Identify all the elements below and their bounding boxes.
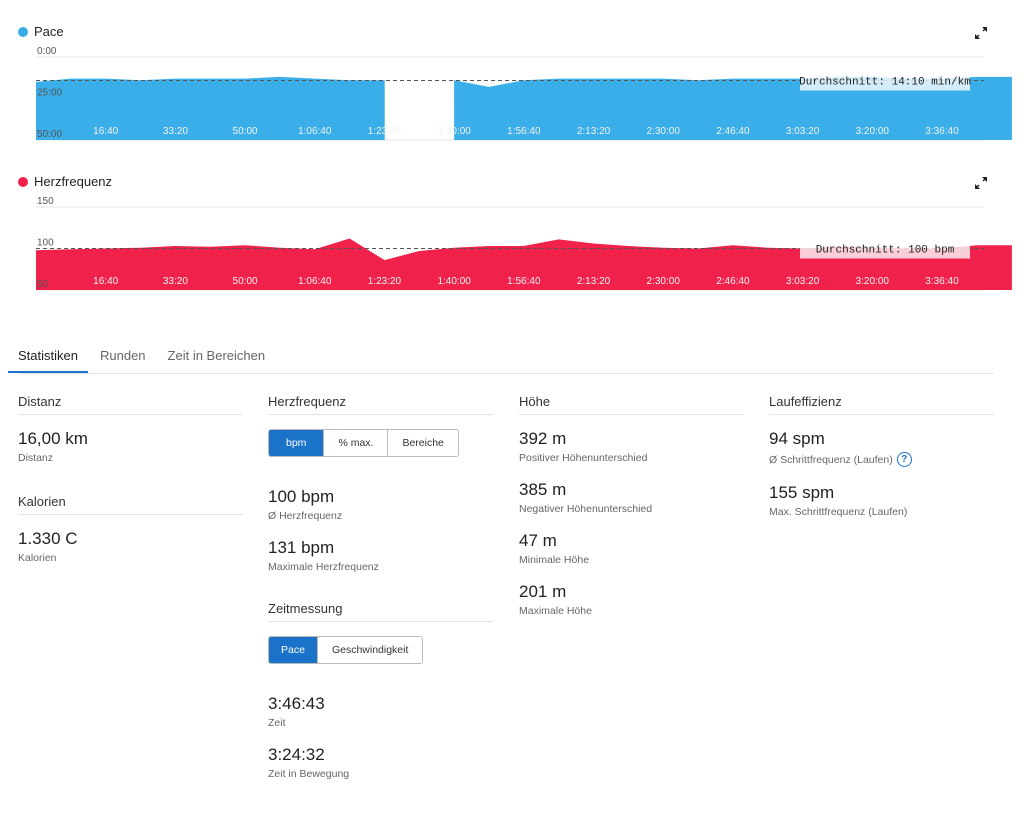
x-tick-label: 33:20 [163,276,188,287]
min-elevation-value: 47 m [519,531,557,550]
distanz-label: Distanz [18,452,54,464]
cadence-max-label: Max. Schrittfrequenz (Laufen) [769,506,908,518]
heart-rate-chart: Herzfrequenz 150 100 50 16:40 33:20 50:00 1:06… [0,150,1024,300]
herzfrequenz-header: Herzfrequenz [268,394,493,415]
x-tick-label: 16:40 [93,126,118,137]
hr-unit-toggle: bpm % max. Bereiche [268,429,459,457]
ascent-value: 392 m [519,429,567,448]
max-elevation-value: 201 m [519,582,567,601]
min-elevation-label: Minimale Höhe [519,554,590,566]
column-hoehe: Höhe 392 m Positiver Höhenunterschied 38… [519,394,744,633]
hoehe-header: Höhe [519,394,744,415]
hr-avg-value: 100 bpm [268,487,335,506]
x-tick-label: 3:20:00 [856,276,890,287]
help-icon[interactable]: ? [896,452,912,467]
y-tick-label: 50 [37,279,49,290]
column-herzfrequenz-zeitmessung: Herzfrequenz bpm % max. Bereiche 100 bpm… [268,394,493,796]
x-tick-label: 1:23:20 [368,126,402,137]
cadence-avg-label-row: Ø Schrittfrequenz (Laufen) ? [769,452,994,467]
hr-toggle-percent-max[interactable]: % max. [323,430,388,456]
y-tick-label: 150 [37,196,54,207]
x-tick-label: 3:36:40 [925,126,959,137]
kalorien-value: 1.330 C [18,529,78,548]
zeit-in-bewegung-label: Zeit in Bewegung [268,768,350,780]
stats-tabs: Statistiken Runden Zeit in Bereichen [8,345,994,374]
x-tick-label: 50:00 [233,126,258,137]
x-tick-label: 1:06:40 [298,126,332,137]
hr-avg-label: Ø Herzfrequenz [268,510,343,522]
x-tick-label: 1:40:00 [437,276,471,287]
x-tick-label: 1:56:40 [507,276,541,287]
max-elevation-label: Maximale Höhe [519,605,592,617]
descent-label: Negativer Höhenunterschied [519,503,653,515]
x-tick-label: 2:46:40 [716,276,750,287]
x-tick-label: 50:00 [233,276,258,287]
x-tick-label: 1:40:00 [437,126,471,137]
x-tick-label: 2:30:00 [647,276,681,287]
average-label: Durchschnitt: 100 bpm [816,245,955,257]
y-tick-label: 50:00 [37,129,62,140]
zeit-value: 3:46:43 [268,694,325,713]
pace-plot[interactable]: 0:00 25:00 50:00 16:40 33:20 50:00 1:06:40 1:23… [0,0,1024,150]
time-toggle-geschwindigkeit[interactable]: Geschwindigkeit [316,637,423,663]
kalorien-header: Kalorien [18,494,243,515]
tab-statistiken[interactable]: Statistiken [8,345,88,373]
y-tick-label: 100 [37,238,54,249]
x-tick-label: 2:13:20 [577,126,611,137]
y-tick-label: 0:00 [37,46,57,57]
cadence-avg-value: 94 spm [769,429,825,448]
distanz-header: Distanz [18,394,243,415]
laufeffizienz-header: Laufeffizienz [769,394,994,415]
x-tick-label: 2:46:40 [716,126,750,137]
y-tick-label: 25:00 [37,88,62,99]
column-distanz-kalorien: Distanz 16,00 km Distanz Kalorien 1.330 … [18,394,243,580]
hr-toggle-bpm[interactable]: bpm [269,430,324,456]
x-tick-label: 3:36:40 [925,276,959,287]
hr-max-value: 131 bpm [268,538,335,557]
hr-plot[interactable]: 150 100 50 16:40 33:20 50:00 1:06:40 1:23:20 1:4… [0,150,1024,300]
x-tick-label: 1:23:20 [368,276,402,287]
time-unit-toggle: Pace Geschwindigkeit [268,636,424,664]
average-label: Durchschnitt: 14:10 min/km [799,77,971,89]
hr-max-label: Maximale Herzfrequenz [268,561,379,573]
x-tick-label: 3:20:00 [856,126,890,137]
time-toggle-pace[interactable]: Pace [269,637,317,663]
cadence-avg-label: Ø Schrittfrequenz (Laufen) [769,453,893,466]
x-tick-label: 2:30:00 [647,126,681,137]
tab-runden[interactable]: Runden [100,345,146,373]
ascent-label: Positiver Höhenunterschied [519,452,648,464]
kalorien-label: Kalorien [18,552,57,564]
pace-chart: Pace 0:00 25:00 50:00 16:40 33:20 50:00 1:06:4… [0,0,1024,150]
x-tick-label: 3:03:20 [786,276,820,287]
cadence-max-value: 155 spm [769,483,835,502]
hr-toggle-bereiche[interactable]: Bereiche [387,430,458,456]
zeit-in-bewegung-value: 3:24:32 [268,745,325,764]
descent-value: 385 m [519,480,567,499]
x-tick-label: 33:20 [163,126,188,137]
x-tick-label: 3:03:20 [786,126,820,137]
x-tick-label: 1:06:40 [298,276,332,287]
distanz-value: 16,00 km [18,429,88,448]
x-tick-label: 1:56:40 [507,126,541,137]
zeitmessung-header: Zeitmessung [268,601,493,622]
tab-zeit-in-bereichen[interactable]: Zeit in Bereichen [168,345,266,373]
x-tick-label: 16:40 [93,276,118,287]
zeit-label: Zeit [268,717,286,729]
column-laufeffizienz: Laufeffizienz 94 spm Ø Schrittfrequenz (… [769,394,994,534]
x-tick-label: 2:13:20 [577,276,611,287]
series-area [36,76,385,140]
